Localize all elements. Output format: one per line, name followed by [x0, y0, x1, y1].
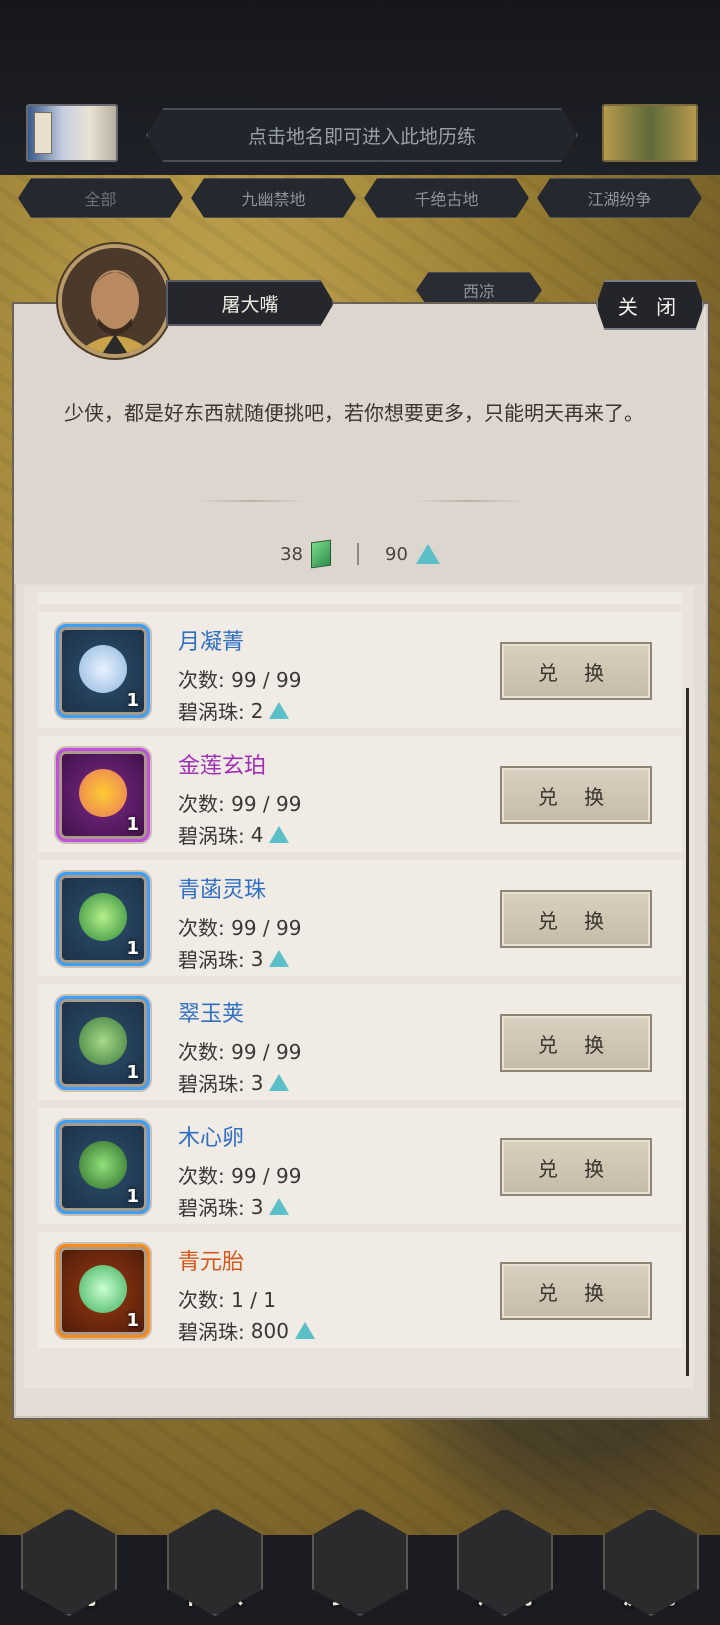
item-name: 木心卵	[178, 1126, 245, 1151]
item-count: 次数: 99 / 99	[178, 1040, 302, 1064]
item-cost: 碧涡珠: 3	[178, 1192, 290, 1221]
list-item: 1 青元胎 次数: 1 / 1 碧涡珠: 800 兑 换	[38, 1232, 682, 1348]
pearl-amount: 90	[385, 543, 408, 565]
tab-all[interactable]: 全部	[18, 178, 183, 218]
item-quantity: 1	[126, 690, 139, 711]
wood-egg-icon[interactable]: 1	[56, 1120, 150, 1214]
exchange-button[interactable]: 兑 换	[500, 1138, 652, 1196]
youli-icon	[603, 1508, 699, 1616]
tab-jiuyou[interactable]: 九幽禁地	[191, 178, 356, 218]
item-cost: 碧涡珠: 3	[178, 1068, 290, 1097]
nav-jianghu[interactable]: 江湖	[450, 1462, 560, 1616]
list-item: 1 金莲玄珀 次数: 99 / 99 碧涡珠: 4 兑 换	[38, 736, 682, 852]
nav-wuxue[interactable]: 武学	[305, 1462, 415, 1616]
region-filter-tabs: 全部 九幽禁地 千绝古地 江湖纷争	[18, 178, 702, 218]
divider-left	[196, 500, 306, 502]
jianghu-icon	[457, 1508, 553, 1616]
list-item: 1 月凝菁 次数: 99 / 99 碧涡珠: 2 兑 换	[38, 612, 682, 728]
item-count: 次数: 99 / 99	[178, 668, 302, 692]
item-count: 次数: 1 / 1	[178, 1288, 277, 1312]
jade-token-icon	[311, 539, 331, 569]
item-cost: 碧涡珠: 3	[178, 944, 290, 973]
item-glyph	[79, 769, 127, 817]
list-item-partial	[38, 592, 682, 604]
pearl-icon	[415, 544, 440, 564]
item-cost: 碧涡珠: 800	[178, 1316, 315, 1345]
item-name: 月凝菁	[178, 630, 245, 655]
list-item: 1 木心卵 次数: 99 / 99 碧涡珠: 3 兑 换	[38, 1108, 682, 1224]
item-quantity: 1	[126, 1310, 139, 1331]
map-location-label[interactable]: 西凉	[416, 272, 542, 308]
golden-lotus-icon[interactable]: 1	[56, 748, 150, 842]
list-scrollbar[interactable]	[686, 688, 689, 1376]
item-name: 翠玉荚	[178, 1002, 245, 1027]
item-name: 金莲玄珀	[178, 754, 267, 779]
exchange-button[interactable]: 兑 换	[500, 1262, 652, 1320]
item-glyph	[79, 645, 127, 693]
seal-icon	[34, 112, 52, 154]
tab-qianjue[interactable]: 千绝古地	[364, 178, 529, 218]
currency-bar: 38 90	[0, 537, 720, 571]
item-cost: 碧涡珠: 2	[178, 696, 290, 725]
item-cost: 碧涡珠: 4	[178, 820, 290, 849]
item-quantity: 1	[126, 938, 139, 959]
item-name: 青元胎	[178, 1250, 245, 1275]
item-glyph	[79, 1141, 127, 1189]
title-hint: 点击地名即可进入此地历练	[146, 108, 578, 162]
tuna-icon	[21, 1508, 117, 1616]
nav-tuna[interactable]: 吐纳	[14, 1462, 124, 1616]
wuxue-icon	[312, 1508, 408, 1616]
npc-name: 屠大嘴	[166, 280, 334, 326]
item-quantity: 1	[126, 814, 139, 835]
bottom-navigation: 吐纳 门派 武学 江湖 游历	[0, 1450, 720, 1625]
green-pearl-icon[interactable]: 1	[56, 872, 150, 966]
exchange-button[interactable]: 兑 换	[500, 642, 652, 700]
npc-avatar	[58, 244, 172, 358]
item-quantity: 1	[126, 1186, 139, 1207]
item-glyph	[79, 1017, 127, 1065]
pea-pod-icon[interactable]: 1	[56, 996, 150, 1090]
tab-jianghu[interactable]: 江湖纷争	[537, 178, 702, 218]
list-item: 1 青菡灵珠 次数: 99 / 99 碧涡珠: 3 兑 换	[38, 860, 682, 976]
pearl-icon	[269, 1074, 290, 1091]
silver-herb-icon[interactable]: 1	[56, 624, 150, 718]
list-item: 1 翠玉荚 次数: 99 / 99 碧涡珠: 3 兑 换	[38, 984, 682, 1100]
divider-right	[414, 500, 524, 502]
pearl-icon	[269, 702, 290, 719]
exchange-button[interactable]: 兑 换	[500, 890, 652, 948]
item-glyph	[79, 1265, 127, 1313]
pearl-icon	[269, 826, 290, 843]
pearl-icon	[294, 1322, 315, 1339]
item-count: 次数: 99 / 99	[178, 1164, 302, 1188]
item-count: 次数: 99 / 99	[178, 792, 302, 816]
nav-youli[interactable]: 游历	[596, 1462, 706, 1616]
item-count: 次数: 99 / 99	[178, 916, 302, 940]
close-button[interactable]: 关 闭	[596, 280, 704, 330]
nav-menpai[interactable]: 门派	[160, 1462, 270, 1616]
green-embryo-icon[interactable]: 1	[56, 1244, 150, 1338]
pearl-icon	[269, 1198, 290, 1215]
jade-amount: 38	[280, 543, 303, 565]
npc-dialogue: 少侠，都是好东西就随便挑吧，若你想要更多，只能明天再来了。	[64, 401, 644, 425]
menpai-icon	[167, 1508, 263, 1616]
item-name: 青菡灵珠	[178, 878, 267, 903]
exchange-button[interactable]: 兑 换	[500, 1014, 652, 1072]
exchange-button[interactable]: 兑 换	[500, 766, 652, 824]
map-scroll-right-icon[interactable]	[602, 104, 698, 162]
currency-separator	[357, 543, 359, 565]
pearl-icon	[269, 950, 290, 967]
item-glyph	[79, 893, 127, 941]
map-scroll-icon[interactable]	[26, 104, 118, 162]
item-quantity: 1	[126, 1062, 139, 1083]
